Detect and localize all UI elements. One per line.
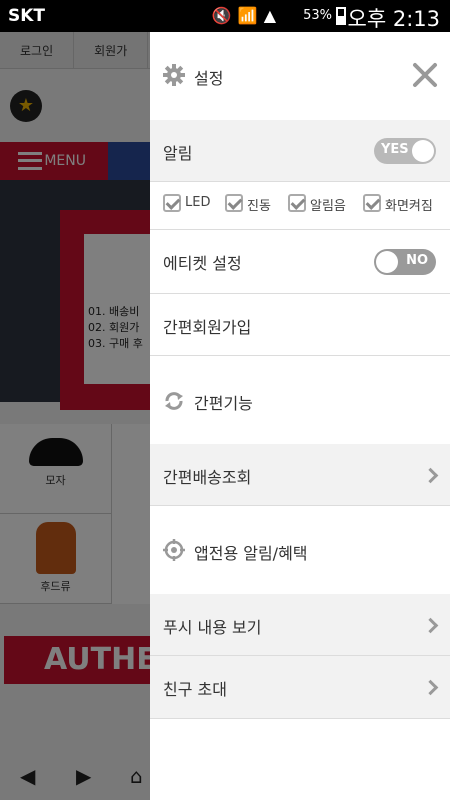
etiquette-row: 에티켓 설정 NO — [150, 230, 450, 294]
toggle-knob — [376, 251, 398, 273]
toggle-knob — [412, 140, 434, 162]
checkbox-icon — [288, 194, 306, 212]
checkbox-icon — [225, 194, 243, 212]
chevron-right-icon — [422, 617, 439, 634]
delivery-lookup-label: 간편배송조회 — [163, 468, 252, 487]
invite-friends-label: 친구 초대 — [163, 680, 227, 699]
push-view-item[interactable]: 푸시 내용 보기 — [150, 594, 450, 656]
etiquette-label: 에티켓 설정 — [163, 254, 242, 273]
quick-functions-header: 간편기능 — [150, 356, 450, 444]
checkbox-icon — [163, 194, 181, 212]
chevron-right-icon — [422, 679, 439, 696]
battery-percent: 53% — [303, 8, 332, 23]
option-label: 진동 — [247, 199, 271, 214]
wifi-icon: 📶 — [237, 6, 264, 25]
toggle-text: YES — [381, 142, 409, 157]
settings-drawer: 설정 알림 YES LED 진동 알림음 화면켜짐 에티켓 설정 NO 간편회원… — [150, 32, 450, 800]
invite-friends-item[interactable]: 친구 초대 — [150, 656, 450, 719]
refresh-icon — [165, 392, 183, 410]
notification-toggle[interactable]: YES — [374, 138, 436, 164]
app-alerts-label: 앱전용 알림/혜택 — [194, 544, 308, 563]
option-label: 화면켜짐 — [385, 199, 433, 214]
notification-options-row: LED 진동 알림음 화면켜짐 — [150, 182, 450, 230]
signal-icon: ▲ — [263, 6, 282, 25]
etiquette-toggle[interactable]: NO — [374, 249, 436, 275]
status-bar: SKT 🔇📶▲ 53% 오후 2:13 — [0, 0, 450, 32]
option-label: LED — [185, 195, 211, 210]
gear-icon — [163, 64, 185, 86]
mute-icon: 🔇 — [211, 6, 238, 25]
delivery-lookup-item[interactable]: 간편배송조회 — [150, 444, 450, 506]
drawer-header: 설정 — [150, 32, 450, 120]
option-label: 알림음 — [310, 199, 346, 214]
chevron-right-icon — [422, 467, 439, 484]
notification-row: 알림 YES — [150, 120, 450, 182]
quick-functions-label: 간편기능 — [194, 394, 253, 413]
toggle-text: NO — [406, 253, 428, 268]
quick-signup-item[interactable]: 간편회원가입 — [150, 294, 450, 356]
carrier-label: SKT — [8, 6, 46, 26]
clock: 오후 2:13 — [347, 7, 440, 31]
push-view-label: 푸시 내용 보기 — [163, 618, 262, 637]
notification-label: 알림 — [163, 144, 193, 163]
battery-icon — [336, 7, 346, 25]
app-alerts-header: 앱전용 알림/혜택 — [150, 506, 450, 594]
drawer-title: 설정 — [194, 69, 224, 88]
close-icon[interactable] — [412, 62, 438, 88]
quick-signup-label: 간편회원가입 — [163, 318, 252, 337]
checkbox-icon — [363, 194, 381, 212]
target-icon — [163, 539, 185, 561]
status-icons: 🔇📶▲ — [212, 6, 282, 25]
